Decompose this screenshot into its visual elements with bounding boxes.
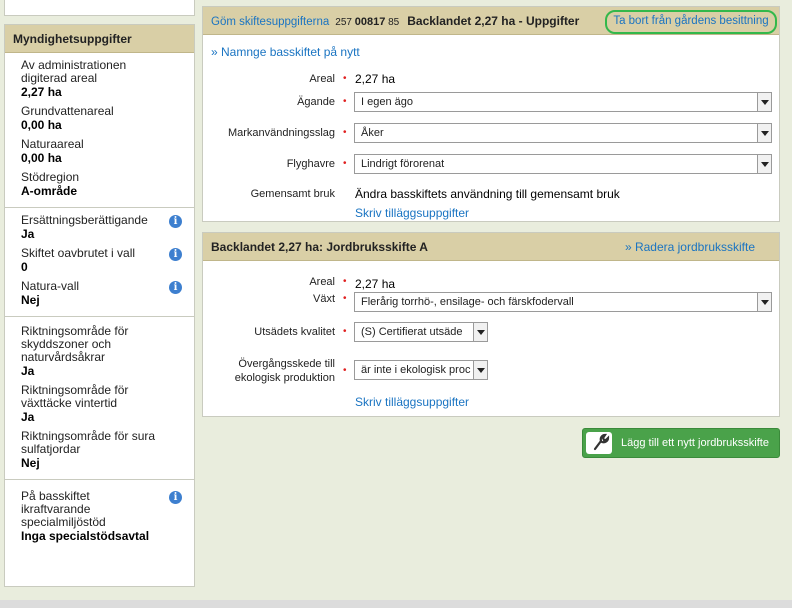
sidebar-group-areas: Av administrationen digiterad areal 2,27… — [5, 53, 194, 208]
page-bottom-bar — [0, 600, 792, 608]
seed-quality-row: Utsädets kvalitet • (S) Certifierat utsä… — [203, 322, 781, 344]
continuous-ley: Skiftet oavbrutet i vall 0 i — [21, 247, 184, 275]
seed-quality-select[interactable]: (S) Certifierat utsäde — [354, 322, 488, 342]
natura-area: Naturaareal 0,00 ha — [21, 137, 84, 166]
rename-parcel-link[interactable]: » Namnge basskiftet på nytt — [211, 45, 360, 59]
basic-parcel-title: Backlandet 2,27 ha - Uppgifter — [407, 14, 580, 28]
organic-transition-select[interactable]: är inte i ekologisk proc — [354, 360, 488, 380]
compensation-eligible: Ersättningsberättigande Ja i — [21, 214, 184, 242]
sidebar-top-box — [4, 0, 195, 16]
required-marker: • — [343, 96, 347, 107]
authority-info-sidebar: Myndighetsuppgifter Av administrationen … — [4, 24, 195, 587]
add-agricultural-parcel-button[interactable]: Lägg till ett nytt jordbruksskifte — [582, 428, 780, 458]
chevron-down-icon[interactable] — [757, 155, 771, 173]
sidebar-group-target-areas: Riktningsområde för skyddszoner och natu… — [5, 317, 194, 480]
delete-agricultural-parcel-link[interactable]: » Radera jordbruksskifte — [625, 233, 755, 261]
required-marker: • — [343, 365, 347, 376]
info-icon[interactable]: i — [169, 491, 182, 504]
parcel-number: 257 00817 85 — [335, 16, 400, 28]
change-to-shared-use-link[interactable]: Ändra basskiftets användning till gemens… — [355, 187, 620, 201]
shared-use-row: Gemensamt bruk Ändra basskiftets användn… — [250, 187, 620, 201]
wild-oat-row: Flyghavre • Lindrigt förorenat — [203, 154, 781, 176]
remove-from-farm-link[interactable]: Ta bort från gårdens besittning — [605, 10, 777, 34]
info-icon[interactable]: i — [169, 215, 182, 228]
agricultural-parcel-panel: Backlandet 2,27 ha: Jordbruksskifte A » … — [202, 232, 780, 417]
wrench-icon — [586, 432, 612, 454]
basic-parcel-header: Göm skiftesuppgifterna 257 00817 85 Backla… — [203, 7, 779, 35]
wild-oat-select[interactable]: Lindrigt förorenat — [354, 154, 772, 174]
natura-ley: Natura-vall Nej i — [21, 280, 184, 308]
ownership-row: Ägande • I egen ägo — [203, 92, 781, 114]
land-use-row: Markanvändningsslag • Åker — [203, 123, 781, 145]
add-button-label: Lägg till ett nytt jordbruksskifte — [621, 437, 769, 449]
info-icon[interactable]: i — [169, 281, 182, 294]
ownership-select[interactable]: I egen ägo — [354, 92, 772, 112]
agricultural-parcel-header: Backlandet 2,27 ha: Jordbruksskifte A » … — [203, 233, 779, 261]
area-row: Areal • 2,27 ha — [309, 72, 396, 86]
organic-transition-row: Övergångsskede till ekologisk produktion… — [203, 357, 781, 389]
info-icon[interactable]: i — [169, 248, 182, 261]
hide-parcel-details-link[interactable]: Göm skiftesuppgifterna — [211, 16, 329, 28]
required-marker: • — [343, 326, 347, 337]
write-additional-info-link[interactable]: Skriv tilläggsuppgifter — [355, 395, 469, 409]
sidebar-group-special-support: På basskiftet ikraftvarande specialmiljö… — [5, 480, 194, 552]
support-region: Stödregion A-område — [21, 170, 80, 199]
special-environment-support: På basskiftet ikraftvarande specialmiljö… — [21, 490, 184, 544]
required-marker: • — [343, 158, 347, 169]
sidebar-group-eligibility: Ersättningsberättigande Ja i Skiftet oav… — [5, 208, 194, 317]
land-use-select[interactable]: Åker — [354, 123, 772, 143]
chevron-down-icon[interactable] — [473, 361, 487, 379]
organic-transition-label: Övergångsskede till ekologisk produktion — [234, 358, 335, 384]
crop-select[interactable]: Flerårig torrhö-, ensilage- och färskfod… — [354, 292, 772, 312]
acid-sulfate-target: Riktningsområde för sura sulfatjordar Ne… — [21, 429, 156, 471]
crop-row: Växt • Flerårig torrhö-, ensilage- och f… — [203, 289, 781, 312]
chevron-down-icon[interactable] — [757, 93, 771, 111]
basic-parcel-panel: Göm skiftesuppgifterna 257 00817 85 Backla… — [202, 6, 780, 222]
chevron-down-icon[interactable] — [757, 124, 771, 142]
required-marker: • — [343, 127, 347, 138]
required-marker: • — [343, 73, 347, 84]
write-additional-info-link[interactable]: Skriv tilläggsuppgifter — [355, 206, 469, 220]
agricultural-parcel-title: Backlandet 2,27 ha: Jordbruksskifte A — [211, 240, 428, 254]
sidebar-title: Myndighetsuppgifter — [5, 25, 194, 53]
digitized-area: Av administrationen digiterad areal 2,27… — [21, 58, 127, 100]
required-marker: • — [343, 276, 347, 287]
required-marker: • — [343, 293, 347, 304]
buffer-zone-target: Riktningsområde för skyddszoner och natu… — [21, 324, 129, 379]
chevron-down-icon[interactable] — [757, 293, 771, 311]
groundwater-area: Grundvattenareal 0,00 ha — [21, 104, 114, 133]
winter-cover-target: Riktningsområde för växttäcke vintertid … — [21, 383, 129, 425]
chevron-down-icon[interactable] — [473, 323, 487, 341]
